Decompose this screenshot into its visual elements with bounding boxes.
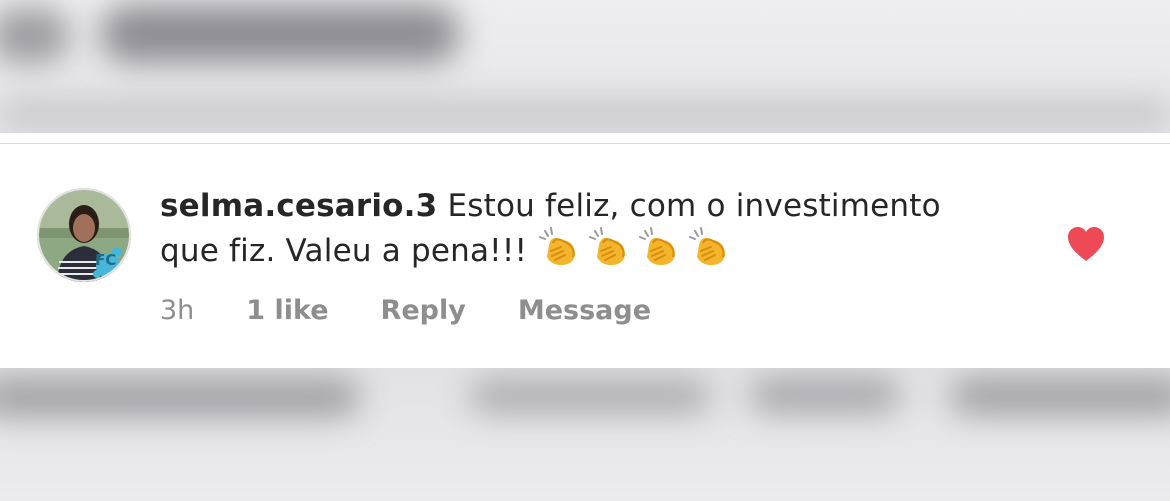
- blurred-footer: [0, 368, 1170, 501]
- divider: [0, 143, 1170, 144]
- avatar-badge: FC: [95, 251, 117, 269]
- clapping-hands-icon: [639, 227, 676, 265]
- username[interactable]: selma.cesario.3: [160, 188, 437, 224]
- comment-text: selma.cesario.3 Estou feliz, com o inves…: [160, 185, 1000, 272]
- clapping-hands-icon: [539, 227, 576, 265]
- avatar[interactable]: FC: [37, 188, 131, 282]
- likes-count[interactable]: 1 like: [246, 295, 328, 326]
- clapping-hands-icon: [689, 227, 726, 265]
- reply-button[interactable]: Reply: [381, 295, 466, 326]
- comment-actions: 3h 1 like Reply Message: [160, 290, 703, 330]
- clapping-hands-icon: [589, 227, 626, 265]
- comment-row: FC selma.cesario.3 Estou feliz, com o in…: [0, 133, 1170, 368]
- screen: FC selma.cesario.3 Estou feliz, com o in…: [0, 0, 1170, 501]
- timestamp: 3h: [160, 294, 195, 326]
- comment-body-line1: Estou feliz, com o investimento: [447, 188, 941, 224]
- heart-icon[interactable]: [1066, 225, 1106, 263]
- message-button[interactable]: Message: [518, 295, 651, 326]
- blurred-header: [0, 0, 1170, 133]
- emoji-group: [527, 227, 737, 269]
- comment-body-line2: que fiz. Valeu a pena!!!: [160, 233, 528, 269]
